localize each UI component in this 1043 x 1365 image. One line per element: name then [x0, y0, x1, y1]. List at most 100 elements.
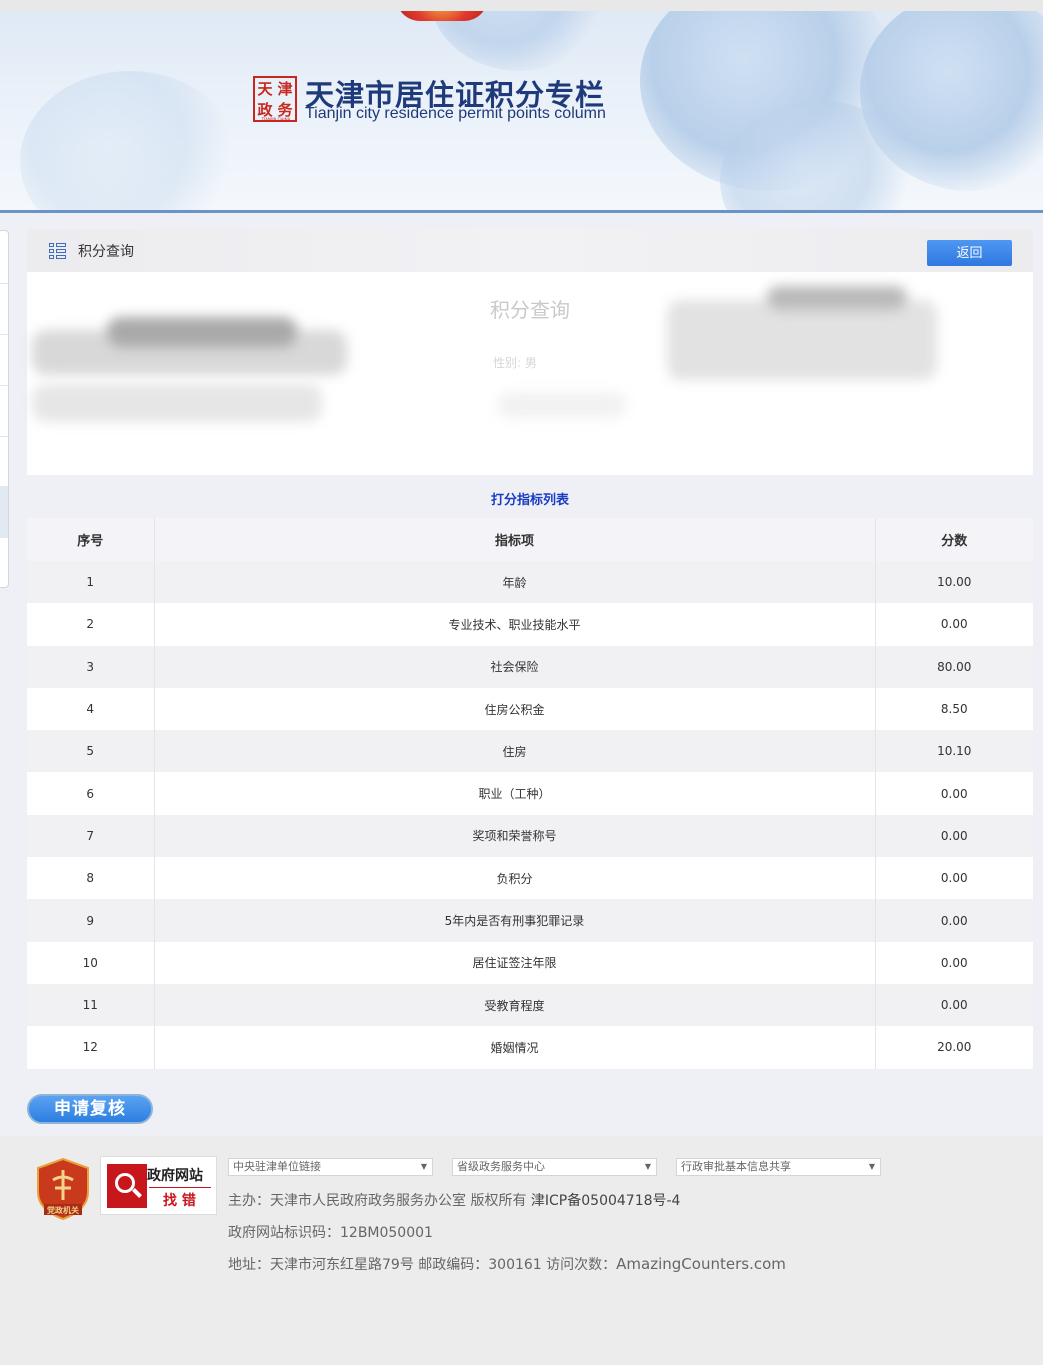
row-index: 7: [27, 814, 155, 858]
row-score: 10.10: [937, 744, 972, 759]
row-item: 奖项和荣誉称号: [154, 814, 876, 858]
row-score: 20.00: [937, 1040, 972, 1055]
table-row: 9 5年内是否有刑事犯罪记录 0.00: [27, 899, 1033, 942]
table-row: 5 住房 10.10: [27, 730, 1033, 773]
footer-address-line: 地址：天津市河东红星路79号 邮政编码：300161 访问次数：AmazingC…: [228, 1254, 786, 1274]
icp-link[interactable]: 津ICP备05004718号-4: [531, 1193, 681, 1209]
seal-char: 天: [257, 80, 273, 98]
redacted-region: [667, 300, 937, 380]
redacted-region: [767, 286, 907, 310]
table-caption: 打分指标列表: [490, 493, 569, 508]
gov-website-report-error-badge[interactable]: 政府网站 找 错: [100, 1156, 217, 1215]
table-row: 11 受教育程度 0.00: [27, 983, 1033, 1027]
column-header-score: 分数: [875, 518, 1033, 561]
row-score: 0.00: [940, 913, 968, 928]
side-nav-divider: [0, 334, 8, 335]
side-nav-divider: [0, 436, 8, 437]
dropdown-arrow-icon: ▼: [420, 1162, 427, 1171]
row-score: 0.00: [940, 998, 968, 1013]
row-score: 0.00: [940, 828, 968, 843]
tianjin-seal-logo: 天 津 政 务: [253, 76, 297, 122]
score-table: 序号 指标项 分数 1 年龄 10.00 2 专业技术、职业技能水平 0.00 …: [27, 518, 1033, 1069]
row-item: 婚姻情况: [154, 1026, 876, 1069]
seal-char: 津: [277, 80, 293, 98]
magnifier-icon: [107, 1164, 147, 1208]
select-value: 行政审批基本信息共享: [681, 1160, 791, 1173]
row-score: 0.00: [940, 871, 968, 886]
row-score: 8.50: [940, 702, 968, 717]
redacted-region: [497, 392, 627, 418]
dropdown-arrow-icon: ▼: [644, 1162, 651, 1171]
select-value: 省级政务服务中心: [457, 1160, 545, 1173]
footer-sponsor-line: 主办：天津市人民政府政务服务办公室 版权所有 津ICP备05004718号-4: [228, 1190, 680, 1210]
provincial-service-center-select[interactable]: 省级政务服务中心 ▼: [452, 1158, 657, 1176]
side-nav-divider: [0, 283, 8, 284]
banner-decoration: [20, 71, 240, 213]
table-row: 6 职业（工种） 0.00: [27, 772, 1033, 815]
row-index: 4: [27, 687, 155, 731]
table-row: 8 负积分 0.00: [27, 857, 1033, 900]
zfwz-subtitle: 找 错: [163, 1193, 196, 1209]
central-units-link-select[interactable]: 中央驻津单位链接 ▼: [228, 1158, 433, 1176]
gender-value: 性别: 男: [493, 356, 537, 370]
table-row: 1 年龄 10.00: [27, 561, 1033, 604]
row-index: 2: [27, 603, 155, 646]
top-strip: [0, 0, 1043, 11]
row-item: 社会保险: [154, 645, 876, 688]
column-header-item: 指标项: [154, 518, 876, 561]
address-text: 地址：天津市河东红星路79号 邮政编码：300161 访问次数：: [228, 1257, 617, 1273]
table-row: 10 居住证签注年限 0.00: [27, 941, 1033, 984]
select-value: 中央驻津单位链接: [233, 1160, 321, 1173]
row-index: 12: [27, 1026, 155, 1069]
zfwz-title: 政府网站: [147, 1168, 203, 1184]
row-score: 10.00: [937, 575, 972, 590]
row-index: 9: [27, 899, 155, 942]
row-score: 80.00: [937, 659, 972, 674]
table-row: 2 专业技术、职业技能水平 0.00: [27, 603, 1033, 646]
row-index: 10: [27, 941, 155, 984]
side-nav-rail[interactable]: [0, 230, 9, 588]
seal-caption: TIANJIN CHINA: [261, 117, 291, 122]
party-government-badge-icon[interactable]: 党政机关: [36, 1158, 90, 1220]
row-index: 5: [27, 730, 155, 773]
row-index: 11: [27, 983, 155, 1027]
panel-header: 积分查询 返回: [27, 229, 1033, 272]
row-item: 受教育程度: [154, 983, 876, 1027]
row-item: 负积分: [154, 857, 876, 900]
side-nav-divider: [0, 385, 8, 386]
redacted-region: [107, 317, 297, 347]
visit-counter-broken-image: AmazingCounters.com: [616, 1255, 786, 1273]
applicant-info-card: 积分查询 性别: 男: [27, 272, 1033, 475]
side-nav-item-active[interactable]: [0, 486, 8, 538]
table-header-row: 序号 指标项 分数: [27, 518, 1033, 561]
list-icon: [49, 243, 66, 259]
zfwz-divider: [149, 1187, 211, 1188]
row-item: 住房: [154, 730, 876, 773]
dropdown-arrow-icon: ▼: [868, 1162, 875, 1171]
row-item: 年龄: [154, 561, 876, 604]
row-score: 0.00: [940, 955, 968, 970]
row-item: 专业技术、职业技能水平: [154, 603, 876, 646]
sponsor-text: 主办：天津市人民政府政务服务办公室 版权所有: [228, 1193, 531, 1209]
row-item: 职业（工种）: [154, 772, 876, 815]
table-row: 12 婚姻情况 20.00: [27, 1026, 1033, 1069]
table-row: 3 社会保险 80.00: [27, 645, 1033, 688]
table-row: 4 住房公积金 8.50: [27, 687, 1033, 731]
panel-title: 积分查询: [78, 244, 134, 260]
badge-label: 党政机关: [47, 1205, 79, 1215]
row-item: 住房公积金: [154, 687, 876, 731]
row-item: 5年内是否有刑事犯罪记录: [154, 899, 876, 942]
admin-approval-info-select[interactable]: 行政审批基本信息共享 ▼: [676, 1158, 881, 1176]
row-score: 0.00: [940, 786, 968, 801]
table-row: 7 奖项和荣誉称号 0.00: [27, 814, 1033, 858]
site-footer: 党政机关 政府网站 找 错 中央驻津单位链接 ▼ 省级政务服务中心 ▼ 行政审批…: [0, 1136, 1043, 1365]
row-index: 3: [27, 645, 155, 688]
row-score: 0.00: [940, 617, 968, 632]
site-subtitle: Tianjin city residence permit points col…: [305, 105, 606, 122]
redacted-region: [32, 384, 322, 422]
apply-review-button[interactable]: 申请复核: [27, 1094, 153, 1124]
back-button[interactable]: 返回: [927, 240, 1012, 266]
row-index: 1: [27, 561, 155, 604]
column-header-index: 序号: [27, 518, 155, 561]
footer-site-id: 政府网站标识码：12BM050001: [228, 1225, 433, 1241]
